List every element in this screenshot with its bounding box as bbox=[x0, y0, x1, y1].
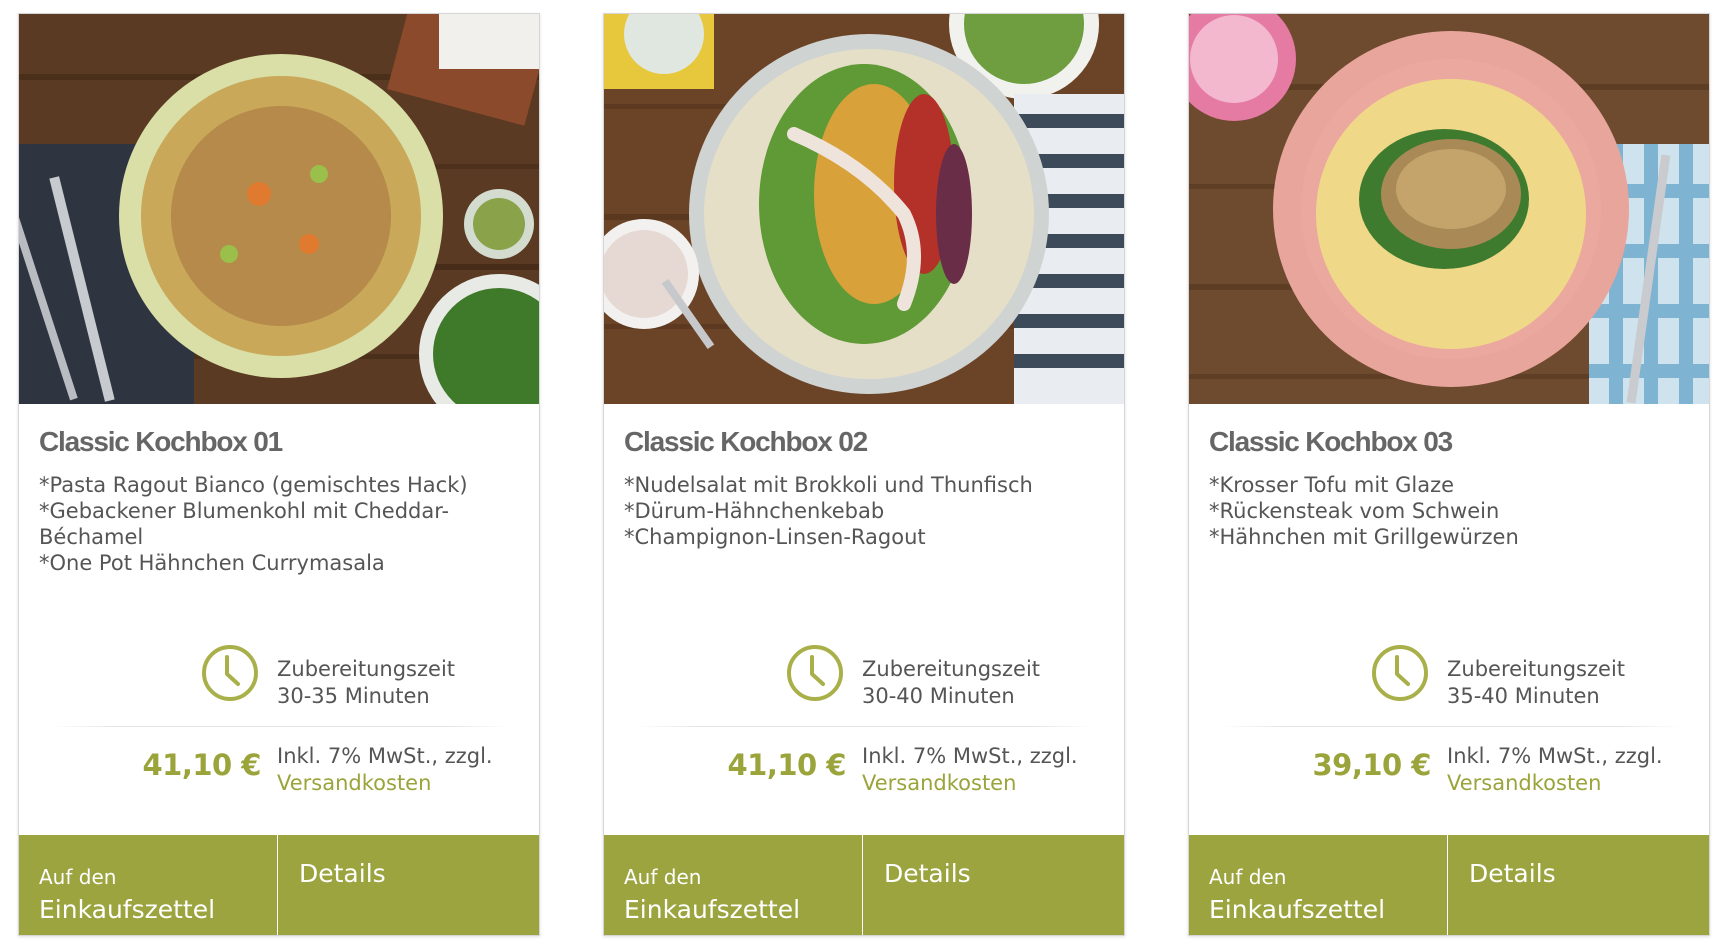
clock-icon bbox=[202, 645, 258, 701]
prep-time: Zubereitungszeit 30-35 Minuten bbox=[277, 656, 455, 710]
button-label-small: Auf den bbox=[624, 865, 702, 889]
add-to-shopping-list-button[interactable]: Auf den Einkaufszettel bbox=[1189, 835, 1448, 935]
button-label-small: Auf den bbox=[39, 865, 117, 889]
dish-item: *One Pot Hähnchen Currymasala bbox=[39, 551, 385, 575]
dish-item: *Krosser Tofu mit Glaze bbox=[1209, 473, 1455, 497]
details-label: Details bbox=[1469, 859, 1556, 888]
prep-duration: 30-40 Minuten bbox=[862, 684, 1015, 708]
dish-item: *Dürum-Hähnchenkebab bbox=[624, 499, 885, 523]
button-label-large: Einkaufszettel bbox=[39, 895, 216, 924]
product-grid: Classic Kochbox 01 *Pasta Ragout Bianco … bbox=[0, 0, 1720, 950]
chicken-wrap-photo[interactable] bbox=[604, 14, 1124, 404]
dish-list: *Krosser Tofu mit Glaze *Rückensteak vom… bbox=[1209, 472, 1699, 550]
details-label: Details bbox=[884, 859, 971, 888]
card-actions: Auf den Einkaufszettel Details bbox=[19, 835, 539, 935]
dish-list: *Nudelsalat mit Brokkoli und Thunfisch *… bbox=[624, 472, 1114, 550]
price: 41,10 € bbox=[142, 748, 261, 782]
card-actions: Auf den Einkaufszettel Details bbox=[604, 835, 1124, 935]
dish-item: *Gebackener Blumenkohl mit Cheddar-Bécha… bbox=[39, 499, 450, 549]
prep-duration: 35-40 Minuten bbox=[1447, 684, 1600, 708]
tax-text: Inkl. 7% MwSt., zzgl. bbox=[277, 744, 493, 768]
prep-label: Zubereitungszeit bbox=[277, 657, 456, 681]
card-actions: Auf den Einkaufszettel Details bbox=[1189, 835, 1709, 935]
product-card: Classic Kochbox 03 *Krosser Tofu mit Gla… bbox=[1188, 13, 1710, 936]
tax-info: Inkl. 7% MwSt., zzgl. Versandkosten bbox=[1447, 743, 1663, 797]
tax-text: Inkl. 7% MwSt., zzgl. bbox=[862, 744, 1078, 768]
add-to-shopping-list-button[interactable]: Auf den Einkaufszettel bbox=[604, 835, 863, 935]
clock-icon bbox=[787, 645, 843, 701]
details-label: Details bbox=[299, 859, 386, 888]
dish-item: *Pasta Ragout Bianco (gemischtes Hack) bbox=[39, 473, 468, 497]
price: 41,10 € bbox=[727, 748, 846, 782]
product-title[interactable]: Classic Kochbox 02 bbox=[624, 426, 868, 458]
product-title[interactable]: Classic Kochbox 03 bbox=[1209, 426, 1453, 458]
add-to-shopping-list-button[interactable]: Auf den Einkaufszettel bbox=[19, 835, 278, 935]
divider bbox=[1221, 726, 1681, 727]
details-button[interactable]: Details bbox=[279, 835, 539, 935]
prep-time: Zubereitungszeit 30-40 Minuten bbox=[862, 656, 1040, 710]
clock-icon bbox=[1372, 645, 1428, 701]
details-button[interactable]: Details bbox=[1449, 835, 1709, 935]
prep-time: Zubereitungszeit 35-40 Minuten bbox=[1447, 656, 1625, 710]
dish-list: *Pasta Ragout Bianco (gemischtes Hack) *… bbox=[39, 472, 529, 576]
dish-item: *Champignon-Linsen-Ragout bbox=[624, 525, 926, 549]
details-button[interactable]: Details bbox=[864, 835, 1124, 935]
button-label-large: Einkaufszettel bbox=[1209, 895, 1386, 924]
tofu-rigatoni-photo[interactable] bbox=[1189, 14, 1709, 404]
product-card: Classic Kochbox 01 *Pasta Ragout Bianco … bbox=[18, 13, 540, 936]
shipping-costs-link[interactable]: Versandkosten bbox=[1447, 771, 1601, 795]
button-label-large: Einkaufszettel bbox=[624, 895, 801, 924]
shipping-costs-link[interactable]: Versandkosten bbox=[862, 771, 1016, 795]
prep-label: Zubereitungszeit bbox=[1447, 657, 1626, 681]
dish-item: *Rückensteak vom Schwein bbox=[1209, 499, 1500, 523]
tax-info: Inkl. 7% MwSt., zzgl. Versandkosten bbox=[862, 743, 1078, 797]
tax-text: Inkl. 7% MwSt., zzgl. bbox=[1447, 744, 1663, 768]
prep-label: Zubereitungszeit bbox=[862, 657, 1041, 681]
divider bbox=[636, 726, 1096, 727]
price: 39,10 € bbox=[1312, 748, 1431, 782]
dish-item: *Hähnchen mit Grillgewürzen bbox=[1209, 525, 1519, 549]
tax-info: Inkl. 7% MwSt., zzgl. Versandkosten bbox=[277, 743, 493, 797]
divider bbox=[51, 726, 511, 727]
product-title[interactable]: Classic Kochbox 01 bbox=[39, 426, 283, 458]
pasta-ragout-photo[interactable] bbox=[19, 14, 539, 404]
product-card: Classic Kochbox 02 *Nudelsalat mit Brokk… bbox=[603, 13, 1125, 936]
button-label-small: Auf den bbox=[1209, 865, 1287, 889]
shipping-costs-link[interactable]: Versandkosten bbox=[277, 771, 431, 795]
prep-duration: 30-35 Minuten bbox=[277, 684, 430, 708]
dish-item: *Nudelsalat mit Brokkoli und Thunfisch bbox=[624, 473, 1033, 497]
